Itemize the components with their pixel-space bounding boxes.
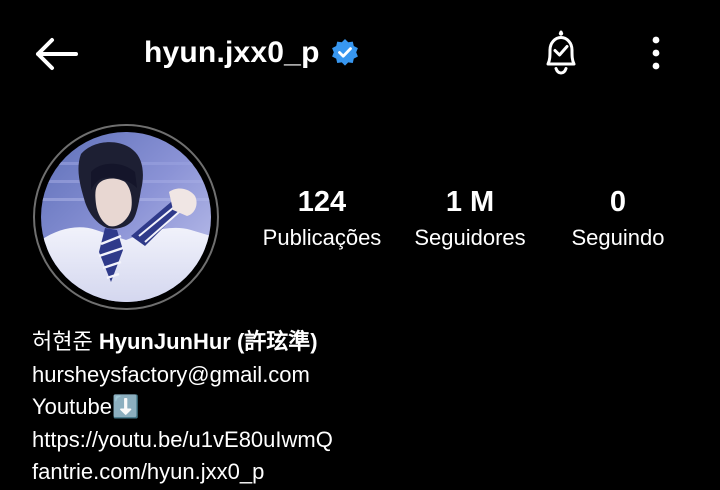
- bio-email: hursheysfactory@gmail.com: [32, 361, 310, 387]
- following-label: Seguindo: [571, 225, 665, 250]
- followers-stat[interactable]: 1 M Seguidores: [395, 184, 545, 254]
- top-bar: hyun.jxx0_p: [0, 0, 720, 106]
- arrow-left-icon: [36, 38, 78, 70]
- bio-youtube-link[interactable]: https://youtu.be/u1vE80uIwmQ: [32, 424, 333, 457]
- username-label: hyun.jxx0_p: [144, 36, 320, 69]
- posts-count: 124: [297, 186, 347, 218]
- following-count: 0: [609, 186, 627, 218]
- bio-name-english: HyunJunHur (許玹準): [98, 329, 318, 354]
- back-button[interactable]: [30, 34, 82, 74]
- profile-header-title: hyun.jxx0_p: [144, 30, 360, 76]
- bio-fantrie-link[interactable]: fantrie.com/hyun.jxx0_p: [32, 456, 333, 489]
- profile-bio: 허현준 HyunJunHur (許玹準) hursheysfactory@gma…: [32, 326, 333, 489]
- bio-youtube-label: Youtube⬇️: [32, 394, 140, 419]
- followers-count: 1 M: [445, 186, 495, 218]
- bio-name-korean: 허현준: [32, 329, 93, 354]
- posts-stat[interactable]: 124 Publicações: [247, 184, 397, 254]
- following-stat[interactable]: 0 Seguindo: [543, 184, 693, 254]
- notifications-button[interactable]: [536, 28, 586, 78]
- avatar-image: [41, 132, 211, 302]
- posts-label: Publicações: [262, 225, 382, 250]
- followers-label: Seguidores: [414, 225, 526, 250]
- bio-name-line: 허현준 HyunJunHur (許玹準): [32, 326, 333, 359]
- profile-avatar[interactable]: [33, 124, 219, 310]
- vertical-ellipsis-icon: [652, 36, 660, 70]
- bell-check-icon: [546, 30, 576, 75]
- more-options-button[interactable]: [638, 28, 674, 78]
- verified-badge-icon: [330, 38, 360, 68]
